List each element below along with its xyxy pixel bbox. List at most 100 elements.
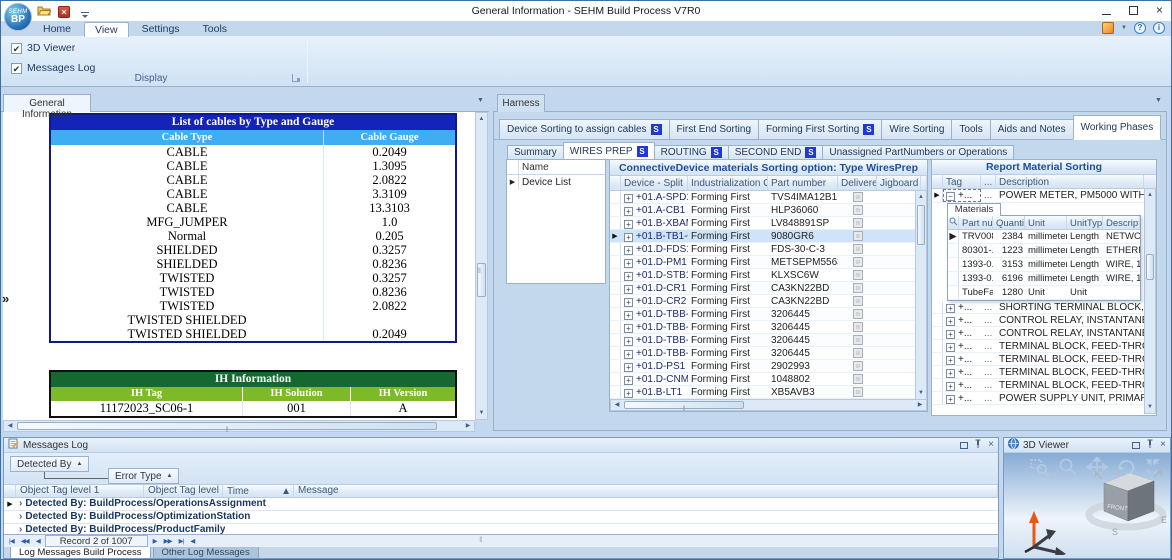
tab-tools[interactable]: Tools [951, 119, 990, 140]
report-row[interactable]: ++......POWER SUPPLY UNIT, PRIMARY SWITC… [932, 392, 1144, 405]
tab-forming-first-sorting[interactable]: Forming First SortingS [758, 119, 882, 140]
scroll-down-icon[interactable]: ▼ [916, 387, 926, 399]
about-icon[interactable]: i [1153, 22, 1165, 34]
expand-icon[interactable]: + [624, 376, 633, 385]
panel-close-icon[interactable]: × [1160, 441, 1166, 449]
tab-unassigned-partnumbers-or-operations[interactable]: Unassigned PartNumbers or Operations [822, 145, 1014, 160]
report-row[interactable]: ++......TERMINAL BLOCK, FEED-THROUGH, QU… [932, 379, 1144, 392]
report-row[interactable]: ++......CONTROL RELAY, INSTANTANEOUS, 60… [932, 314, 1144, 327]
ribbon-tab-home[interactable]: Home [33, 22, 81, 36]
expand-icon[interactable]: + [624, 207, 633, 216]
device-row[interactable]: ++01.D-PM1Forming FirstMETSEPM5563RD [610, 256, 915, 269]
expand-icon[interactable]: + [624, 220, 633, 229]
group-expander-icon[interactable]: › [16, 498, 25, 510]
scroll-right-icon[interactable]: ▶ [914, 400, 926, 410]
device-row[interactable]: ++01.D-CNM1Forming First1048802 [610, 373, 915, 386]
doc-vertical-scrollbar[interactable]: ▲ ▼ ‖ [475, 112, 488, 420]
checkbox-messages-log-box[interactable]: ✔ [11, 63, 22, 74]
more-cell[interactable]: ... [981, 353, 996, 365]
expand-icon[interactable]: + [946, 343, 955, 352]
device-row[interactable]: ++01.A-CB1Forming FirstHLP36060 [610, 204, 915, 217]
skin-selector-icon[interactable] [1102, 22, 1114, 34]
ribbon-tab-tools[interactable]: Tools [193, 22, 238, 36]
nav-next-icon[interactable]: ▶ [151, 537, 159, 545]
checkbox-3d-viewer-box[interactable]: ✔ [11, 43, 22, 54]
splitter-grip-icon[interactable]: ‖ [479, 536, 482, 546]
help-icon[interactable]: ? [1134, 22, 1146, 34]
expand-icon[interactable]: + [946, 369, 955, 378]
scroll-thumb[interactable]: ‖ [477, 263, 486, 297]
scroll-left-icon[interactable]: ◀ [611, 400, 623, 410]
material-row[interactable]: TubeFa...1280UnitUnit [948, 286, 1140, 300]
expand-icon[interactable]: + [624, 259, 633, 268]
report-row-expanded[interactable]: ▶ −+... ... POWER METER, PM5000 WITH REM… [932, 189, 1144, 203]
expand-icon[interactable]: + [946, 330, 955, 339]
scroll-right-icon[interactable]: ▶ [462, 421, 474, 431]
display-dialog-launcher-icon[interactable] [292, 74, 300, 82]
nav-next-page-icon[interactable]: ▶▶ [162, 537, 174, 545]
device-row[interactable]: ++01.D-PS1Forming First2902993 [610, 360, 915, 373]
scroll-thumb[interactable]: ‖ [624, 401, 744, 409]
more-cell[interactable]: ... [981, 301, 996, 313]
expand-icon[interactable]: + [624, 194, 633, 203]
expand-icon[interactable]: + [624, 389, 633, 398]
expand-icon[interactable]: + [946, 382, 955, 391]
device-row[interactable]: ++01.D-CR2Forming FirstCA3KN22BD [610, 295, 915, 308]
tag-cell[interactable]: −+... [943, 189, 981, 202]
scroll-down-icon[interactable]: ▼ [476, 407, 487, 419]
expand-icon[interactable]: + [946, 395, 955, 404]
panel-maximize-icon[interactable] [1132, 442, 1140, 449]
material-row[interactable]: ▶TRV008...2384millimeterLengthNETWO... [948, 230, 1140, 244]
nav-prev-icon[interactable]: ◀ [34, 537, 42, 545]
material-row[interactable]: 1393-0...6196millimeterLengthWIRE, 1... [948, 272, 1140, 286]
scroll-down-icon[interactable]: ▼ [1145, 401, 1155, 413]
qat-customize-icon[interactable] [81, 12, 89, 13]
nav-first-icon[interactable]: |◀ [7, 537, 16, 545]
expand-icon[interactable]: + [624, 246, 633, 255]
expand-icon[interactable]: + [624, 233, 633, 242]
device-row[interactable]: ▶++01.B-TB1-01Forming First9080GR6 [610, 230, 915, 243]
expand-icon[interactable]: + [946, 356, 955, 365]
scroll-up-icon[interactable]: ▲ [476, 113, 487, 125]
scroll-thumb[interactable]: ‖ [17, 422, 437, 430]
expand-icon[interactable]: + [624, 324, 633, 333]
more-cell[interactable]: ... [981, 327, 996, 339]
tab-routing[interactable]: ROUTINGS [654, 145, 729, 160]
nav-back-icon[interactable]: ◀ [188, 537, 196, 545]
report-row[interactable]: ++......CONTROL RELAY, INSTANTANEOUS, 60… [932, 327, 1144, 340]
scroll-up-icon[interactable]: ▲ [1145, 189, 1155, 201]
more-cell[interactable]: ... [981, 392, 996, 404]
scroll-up-icon[interactable]: ▲ [916, 191, 926, 203]
materials-tab[interactable]: Materials [947, 203, 1001, 216]
group-expander-icon[interactable]: › [16, 511, 25, 523]
material-row[interactable]: 80301-...1223millimeterLengthETHERN... [948, 244, 1140, 258]
panel-pin-icon[interactable] [1146, 439, 1154, 452]
close-document-icon[interactable]: × [58, 6, 70, 18]
expand-icon[interactable]: + [624, 285, 633, 294]
nav-prev-page-icon[interactable]: ◀◀ [19, 537, 31, 545]
panel-pin-icon[interactable] [974, 439, 982, 452]
report-row[interactable]: ++......TERMINAL BLOCK, FEED-THROUGH, QU… [932, 353, 1144, 366]
skin-dropdown-icon[interactable]: ▼ [1121, 25, 1127, 31]
tab-second-end[interactable]: SECOND ENDS [728, 145, 824, 160]
tab-summary[interactable]: Summary [507, 145, 564, 160]
close-button[interactable]: × [1156, 4, 1163, 16]
device-row[interactable]: ++01.A-SPD1Forming FirstTVS4IMA12B1 [610, 191, 915, 204]
message-group-row[interactable]: ▶›Detected By: BuildProcess/OperationsAs… [4, 498, 998, 511]
tab-working-phases[interactable]: Working Phases [1073, 115, 1162, 140]
report-row[interactable]: ++......TERMINAL BLOCK, FEED-THROUGH, QU… [932, 366, 1144, 379]
device-row[interactable]: ++01.D-TBB-01Forming First3206445 [610, 308, 915, 321]
harness-tab-list-dropdown-icon[interactable]: ▼ [1155, 97, 1162, 104]
collapse-icon[interactable]: − [946, 192, 955, 201]
message-group-row[interactable]: ›Detected By: BuildProcess/OptimizationS… [4, 511, 998, 524]
report-row[interactable]: ++......TERMINAL BLOCK, FEED-THROUGH, QU… [932, 340, 1144, 353]
navigation-cube[interactable]: S E FRONT [1082, 461, 1168, 539]
minimize-button[interactable] [1102, 14, 1111, 15]
device-row[interactable]: ++01.D-TBB-04Forming First3206445 [610, 347, 915, 360]
more-cell[interactable]: ... [981, 379, 996, 391]
report-row[interactable]: ++......SHORTING TERMINAL BLOCK, 6P, 600… [932, 301, 1144, 314]
panel-close-icon[interactable]: × [988, 441, 994, 449]
group-by-detected-by[interactable]: Detected By▲ [10, 456, 89, 472]
harness-tab[interactable]: Harness [497, 94, 545, 112]
expand-icon[interactable]: + [624, 363, 633, 372]
